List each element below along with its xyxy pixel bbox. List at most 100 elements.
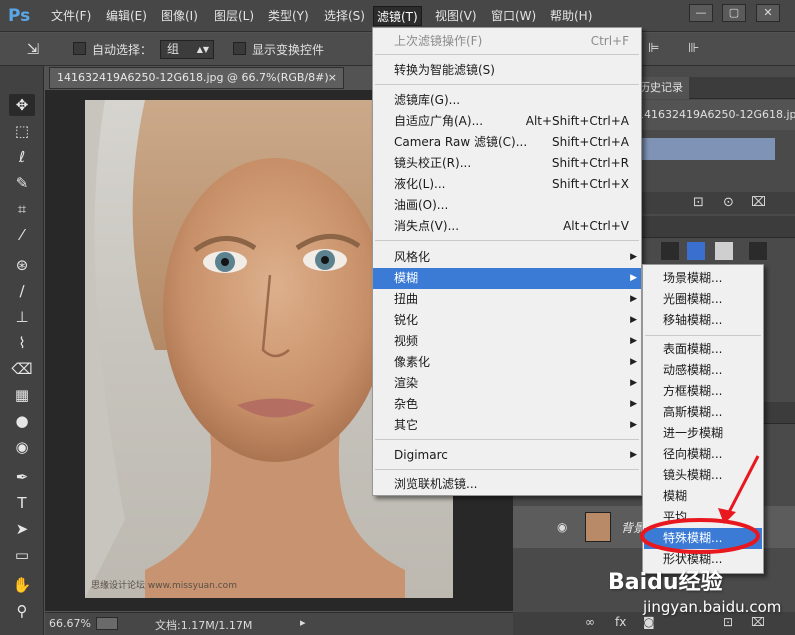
type-tool-icon[interactable]: T xyxy=(9,492,35,514)
crop-tool-icon[interactable]: ⌗ xyxy=(9,198,35,220)
gradient-tool-icon[interactable]: ▦ xyxy=(9,384,35,406)
menu-edit[interactable]: 编辑(E) xyxy=(103,6,150,26)
photo-caption: 思缘设计论坛 www.missyuan.com xyxy=(91,581,237,591)
show-transform-checkbox[interactable] xyxy=(233,42,246,55)
filter-menu: 上次滤镜操作(F) Ctrl+F 转换为智能滤镜(S) 滤镜库(G)... 自适… xyxy=(372,27,642,496)
menu-item-sharpen[interactable]: 锐化 ▶ xyxy=(373,310,641,331)
camera-icon[interactable]: ⊙ xyxy=(723,195,734,210)
menu-item-digimarc[interactable]: Digimarc ▶ xyxy=(373,445,641,466)
zoom-level[interactable]: 66.67% xyxy=(49,617,91,630)
menu-separator xyxy=(375,84,639,85)
menu-item-vanishing-point[interactable]: 消失点(V)... Alt+Ctrl+V xyxy=(373,216,641,237)
submenu-arrow-icon: ▶ xyxy=(630,252,637,262)
menu-item-oil-paint[interactable]: 油画(O)... xyxy=(373,195,641,216)
submenu-item-iris-blur[interactable]: 光圈模糊... xyxy=(644,289,762,310)
menu-item-pixelate[interactable]: 像素化 ▶ xyxy=(373,352,641,373)
pen-tool-icon[interactable]: ✒ xyxy=(9,466,35,488)
submenu-arrow-icon: ▶ xyxy=(630,357,637,367)
minimize-button[interactable]: — xyxy=(689,4,713,22)
marquee-tool-icon[interactable]: ⬚ xyxy=(9,120,35,142)
submenu-arrow-icon: ▶ xyxy=(630,336,637,346)
submenu-item-motion-blur[interactable]: 动感模糊... xyxy=(644,360,762,381)
document-tab-title: 141632419A6250-12G618.jpg @ 66.7%(RGB/8#… xyxy=(57,71,329,84)
menu-item-other[interactable]: 其它 ▶ xyxy=(373,415,641,436)
menu-file[interactable]: 文件(F) xyxy=(48,6,94,26)
menu-item-stylize[interactable]: 风格化 ▶ xyxy=(373,247,641,268)
dodge-tool-icon[interactable]: ◉ xyxy=(9,436,35,458)
menu-item-blur[interactable]: 模糊 ▶ xyxy=(373,268,641,289)
maximize-button[interactable]: ▢ xyxy=(722,4,746,22)
gradient-map-icon[interactable] xyxy=(749,242,767,260)
path-select-tool-icon[interactable]: ➤ xyxy=(9,518,35,540)
menu-layer[interactable]: 图层(L) xyxy=(211,6,257,26)
eyedropper-tool-icon[interactable]: ⁄ xyxy=(9,224,35,246)
menu-separator xyxy=(645,335,761,336)
menu-item-lens-correction[interactable]: 镜头校正(R)... Shift+Ctrl+R xyxy=(373,153,641,174)
hand-tool-icon[interactable]: ✋ xyxy=(9,574,35,596)
menu-item-distort[interactable]: 扭曲 ▶ xyxy=(373,289,641,310)
quick-select-tool-icon[interactable]: ✎ xyxy=(9,172,35,194)
status-arrow-icon[interactable]: ▸ xyxy=(300,616,306,629)
menu-type[interactable]: 类型(Y) xyxy=(265,6,312,26)
close-window-button[interactable]: ✕ xyxy=(756,4,780,22)
submenu-item-box-blur[interactable]: 方框模糊... xyxy=(644,381,762,402)
spot-healing-tool-icon[interactable]: ⊛ xyxy=(9,254,35,276)
menu-item-liquify[interactable]: 液化(L)... Shift+Ctrl+X xyxy=(373,174,641,195)
menu-image[interactable]: 图像(I) xyxy=(158,6,201,26)
history-brush-tool-icon[interactable]: ⌇ xyxy=(9,332,35,354)
close-tab-icon[interactable]: × xyxy=(328,68,337,88)
menu-separator xyxy=(375,439,639,440)
brush-tool-icon[interactable]: ∕ xyxy=(9,280,35,302)
tools-panel: ✥ ⬚ ℓ ✎ ⌗ ⁄ ⊛ ∕ ⊥ ⌇ ⌫ ▦ ● ◉ ✒ T ➤ ▭ ✋ ⚲ xyxy=(0,66,44,635)
shape-tool-icon[interactable]: ▭ xyxy=(9,544,35,566)
auto-select-checkbox[interactable] xyxy=(73,42,86,55)
menu-separator xyxy=(375,469,639,470)
submenu-arrow-icon: ▶ xyxy=(630,294,637,304)
menu-item-camera-raw[interactable]: Camera Raw 滤镜(C)... Shift+Ctrl+A xyxy=(373,132,641,153)
lasso-tool-icon[interactable]: ℓ xyxy=(9,146,35,168)
eraser-tool-icon[interactable]: ⌫ xyxy=(9,358,35,380)
link-layers-icon[interactable]: ∞ xyxy=(585,615,595,629)
menu-item-convert-smart-filter[interactable]: 转换为智能滤镜(S) xyxy=(373,60,641,81)
submenu-item-gaussian-blur[interactable]: 高斯模糊... xyxy=(644,402,762,423)
camera-adjust-icon[interactable] xyxy=(661,242,679,260)
black-white-icon[interactable] xyxy=(715,242,733,260)
zoom-tool-icon[interactable]: ⚲ xyxy=(9,600,35,622)
menu-item-browse-online-filters[interactable]: 浏览联机滤镜... xyxy=(373,474,641,495)
menu-item-video[interactable]: 视频 ▶ xyxy=(373,331,641,352)
align-icon[interactable]: ⊫ xyxy=(648,41,666,57)
color-balance-icon[interactable] xyxy=(687,242,705,260)
photoshop-logo: Ps xyxy=(8,6,31,26)
menu-view[interactable]: 视图(V) xyxy=(432,6,480,26)
annotation-overlay xyxy=(640,455,760,554)
status-menu-icon[interactable] xyxy=(96,617,118,630)
move-tool-preset-icon[interactable]: ⇲ xyxy=(20,38,46,60)
menu-filter[interactable]: 滤镜(T) xyxy=(373,6,422,26)
document-size: 文档:1.17M/1.17M xyxy=(155,619,253,632)
menu-item-adaptive-wide-angle[interactable]: 自适应广角(A)... Alt+Shift+Ctrl+A xyxy=(373,111,641,132)
submenu-item-tilt-shift[interactable]: 移轴模糊... xyxy=(644,310,762,331)
menu-item-filter-gallery[interactable]: 滤镜库(G)... xyxy=(373,90,641,111)
auto-select-label: 自动选择： xyxy=(92,43,153,57)
submenu-arrow-icon: ▶ xyxy=(630,273,637,283)
menu-item-render[interactable]: 渲染 ▶ xyxy=(373,373,641,394)
menu-window[interactable]: 窗口(W) xyxy=(488,6,539,26)
submenu-item-blur-more[interactable]: 进一步模糊 xyxy=(644,423,762,444)
menu-select[interactable]: 选择(S) xyxy=(321,6,368,26)
submenu-item-surface-blur[interactable]: 表面模糊... xyxy=(644,339,762,360)
clone-stamp-tool-icon[interactable]: ⊥ xyxy=(9,306,35,328)
distribute-icon[interactable]: ⊪ xyxy=(688,41,706,57)
menu-item-last-filter[interactable]: 上次滤镜操作(F) Ctrl+F xyxy=(373,31,641,52)
visibility-eye-icon[interactable]: ◉ xyxy=(557,520,567,534)
menu-separator xyxy=(375,54,639,55)
auto-select-dropdown[interactable]: 组 ▲▼ xyxy=(160,40,214,59)
history-file-name: 141632419A6250-12G618.jpg xyxy=(637,108,795,121)
menu-help[interactable]: 帮助(H) xyxy=(547,6,595,26)
menu-item-noise[interactable]: 杂色 ▶ xyxy=(373,394,641,415)
move-tool-icon[interactable]: ✥ xyxy=(9,94,35,116)
trash-icon[interactable]: ⌧ xyxy=(751,195,766,210)
document-tab[interactable]: 141632419A6250-12G618.jpg @ 66.7%(RGB/8#… xyxy=(49,67,344,89)
blur-tool-icon[interactable]: ● xyxy=(9,410,35,432)
submenu-item-field-blur[interactable]: 场景模糊... xyxy=(644,268,762,289)
new-document-icon[interactable]: ⊡ xyxy=(693,195,704,210)
